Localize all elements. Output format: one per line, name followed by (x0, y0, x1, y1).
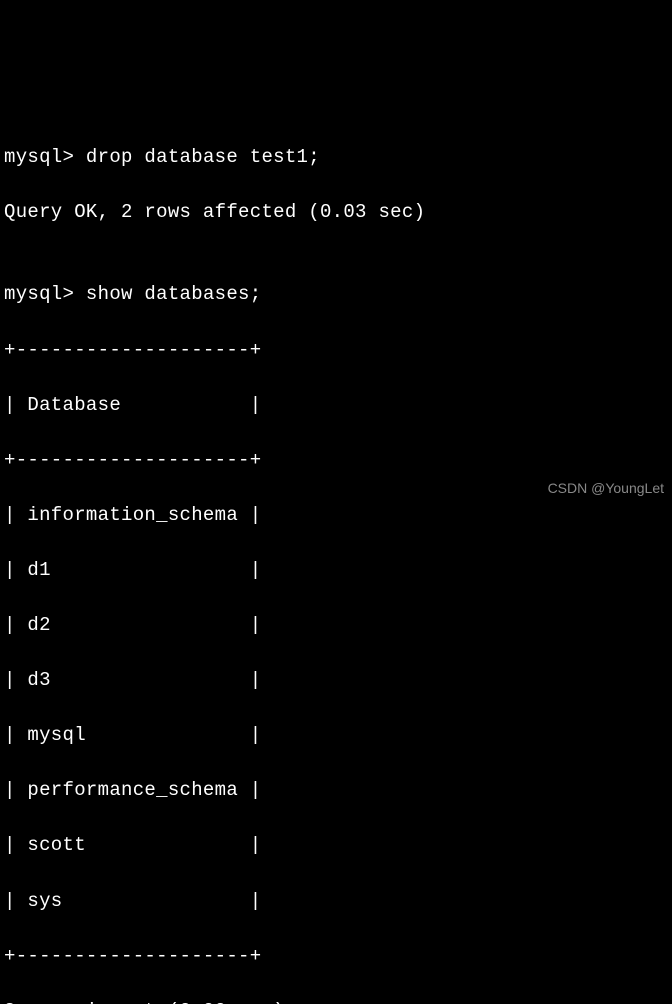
table-row: | information_schema | (4, 502, 668, 530)
table-header: | Database | (4, 392, 668, 420)
mysql-prompt: mysql> (4, 146, 74, 168)
table-row: | d3 | (4, 667, 668, 695)
command-line-1[interactable]: mysql> drop database test1; (4, 144, 668, 172)
table-row: | d1 | (4, 557, 668, 585)
table-border-bot: +--------------------+ (4, 943, 668, 971)
table-row: | scott | (4, 832, 668, 860)
table-border-mid: +--------------------+ (4, 447, 668, 475)
table-border-top: +--------------------+ (4, 337, 668, 365)
query-result-1: Query OK, 2 rows affected (0.03 sec) (4, 199, 668, 227)
mysql-prompt: mysql> (4, 283, 74, 305)
table-row: | d2 | (4, 612, 668, 640)
table-row: | performance_schema | (4, 777, 668, 805)
sql-command: show databases; (86, 283, 262, 305)
watermark: CSDN @YoungLet (548, 478, 664, 498)
terminal-output: mysql> drop database test1; Query OK, 2 … (4, 116, 668, 1004)
command-line-2[interactable]: mysql> show databases; (4, 281, 668, 309)
sql-command: drop database test1; (86, 146, 320, 168)
table-row: | mysql | (4, 722, 668, 750)
table-row: | sys | (4, 888, 668, 916)
query-result-2: 8 rows in set (0.00 sec) (4, 998, 668, 1004)
